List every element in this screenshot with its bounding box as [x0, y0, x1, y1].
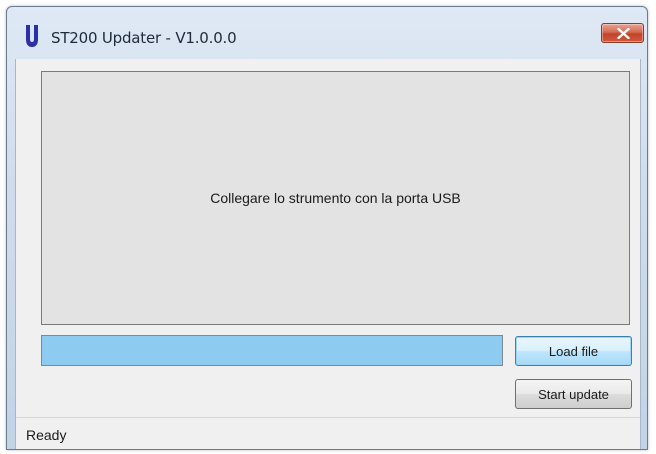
message-panel: Collegare lo strumento con la porta USB: [41, 71, 630, 325]
client-area: Collegare lo strumento con la porta USB …: [15, 59, 641, 449]
window-title: ST200 Updater - V1.0.0.0: [51, 29, 237, 47]
connection-message: Collegare lo strumento con la porta USB: [210, 190, 461, 206]
letter-u-icon: [26, 25, 38, 47]
title-bar[interactable]: ST200 Updater - V1.0.0.0: [7, 7, 647, 59]
status-bar: Ready: [16, 417, 640, 449]
app-window: ST200 Updater - V1.0.0.0 Collegare lo st…: [6, 6, 648, 450]
progress-bar: [41, 335, 503, 366]
start-update-button[interactable]: Start update: [515, 379, 632, 409]
load-file-button[interactable]: Load file: [515, 336, 632, 366]
close-icon: [617, 28, 630, 39]
status-text: Ready: [26, 427, 67, 443]
close-button[interactable]: [601, 23, 644, 43]
